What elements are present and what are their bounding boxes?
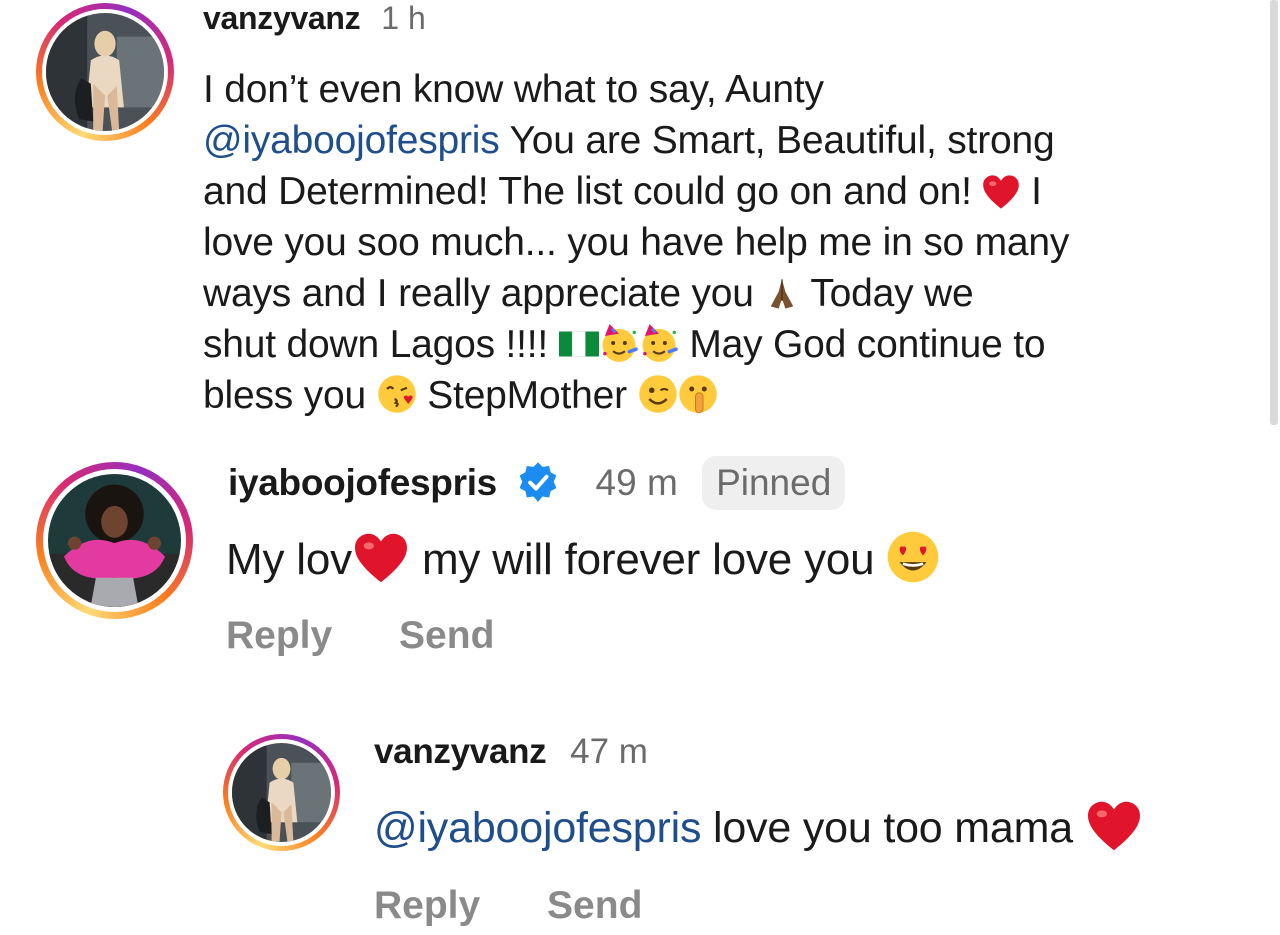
scrollbar[interactable] (1270, 0, 1278, 425)
comment-line: @iyaboojofespris You are Smart, Beautifu… (203, 119, 1055, 162)
mention-link[interactable]: @iyaboojofespris (203, 119, 500, 162)
party-face-icon (639, 323, 679, 363)
comment-actions: Reply Send (374, 882, 698, 930)
send-button[interactable]: Send (399, 614, 494, 657)
heart-icon (1085, 800, 1143, 852)
comment-line: bless you StepMother (203, 370, 1203, 421)
pray-hands-icon (764, 276, 800, 312)
pinned-badge: Pinned (702, 456, 846, 510)
comment-header: vanzyvanz 47 m (374, 728, 648, 776)
avatar-photo (232, 743, 331, 842)
timestamp: 1 h (381, 0, 426, 36)
kissing-face-icon (377, 374, 417, 414)
username[interactable]: vanzyvanz (203, 0, 361, 36)
mention-link[interactable]: @iyaboojofespris (374, 804, 701, 852)
comment-body: My lov my will forever love you (226, 530, 940, 588)
send-button[interactable]: Send (547, 884, 642, 927)
party-face-icon (599, 323, 639, 363)
reply-comment: vanzyvanz 47 m @iyaboojofespris love you… (0, 720, 1280, 935)
comment-line: shut down Lagos !!!! May God continue to (203, 323, 1046, 366)
comment-header: iyaboojofespris 49 m Pinned (228, 456, 846, 510)
comment-body: @iyaboojofespris love you too mama (374, 800, 1143, 856)
comment-line: I don’t even know what to say, Aunty (203, 68, 824, 111)
heart-eyes-face-icon (886, 530, 940, 584)
heart-icon (352, 532, 410, 584)
comment-header: vanzyvanz 1 h (203, 0, 426, 40)
comment-line: ways and I really appreciate you Today w… (203, 272, 974, 315)
timestamp: 49 m (595, 462, 678, 503)
username[interactable]: vanzyvanz (374, 732, 547, 771)
avatar-photo (48, 474, 181, 607)
comment-2: iyaboojofespris 49 m Pinned My lov my wi… (0, 440, 1270, 670)
comment-actions: Reply Send (226, 612, 550, 660)
nigeria-flag-icon (559, 329, 599, 359)
timestamp: 47 m (570, 732, 648, 771)
comment-body: I don’t even know what to say, Aunty @iy… (203, 64, 1203, 421)
avatar-photo (46, 13, 164, 131)
shushing-face-icon (678, 374, 718, 414)
wink-face-icon (638, 374, 678, 414)
comment-line: love you soo much... you have help me in… (203, 221, 1070, 264)
verified-badge-icon (517, 461, 559, 503)
username[interactable]: iyaboojofespris (228, 462, 497, 503)
comment-line: and Determined! The list could go on and… (203, 170, 1042, 213)
reply-button[interactable]: Reply (374, 884, 480, 927)
reply-button[interactable]: Reply (226, 614, 332, 657)
heart-icon (982, 174, 1020, 210)
comment-1: vanzyvanz 1 h I don’t even know what to … (0, 0, 1270, 430)
